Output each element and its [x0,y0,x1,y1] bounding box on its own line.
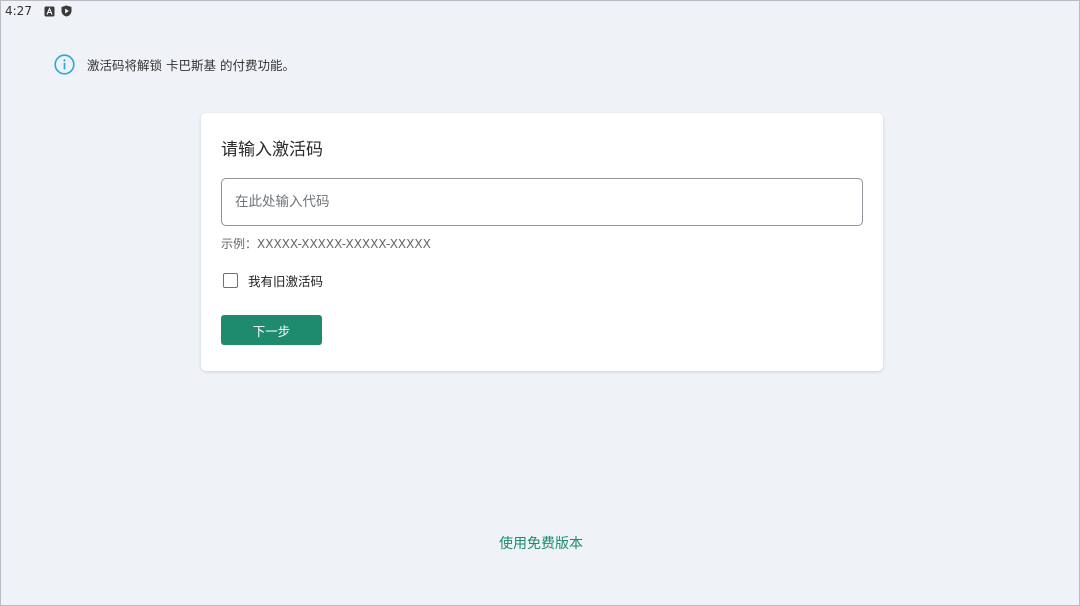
old-code-checkbox-row[interactable]: 我有旧激活码 [223,271,323,289]
card-title: 请输入激活码 [221,140,323,160]
activation-code-input[interactable] [221,178,863,226]
example-hint: 示例：XXXXX-XXXXX-XXXXX-XXXXX [221,237,431,251]
info-circle-icon [54,53,75,75]
shield-play-icon [61,5,72,17]
old-code-checkbox-label[interactable]: 我有旧激活码 [248,271,323,290]
app-window: 4:27 激活码将解锁 卡巴斯基 的付费功能。 请输入激活码 示 [0,0,1080,606]
next-button[interactable]: 下一步 [221,315,322,345]
old-code-checkbox[interactable] [223,272,238,288]
status-bar: 4:27 [5,2,72,20]
activation-card: 请输入激活码 示例：XXXXX-XXXXX-XXXXX-XXXXX 我有旧激活码… [201,113,883,371]
info-banner: 激活码将解锁 卡巴斯基 的付费功能。 [54,53,295,75]
a-letter-icon [44,6,55,17]
status-time: 4:27 [5,4,32,18]
footer: 使用免费版本 [1,533,1080,553]
info-text: 激活码将解锁 卡巴斯基 的付费功能。 [87,57,295,73]
use-free-version-link[interactable]: 使用免费版本 [499,536,583,552]
